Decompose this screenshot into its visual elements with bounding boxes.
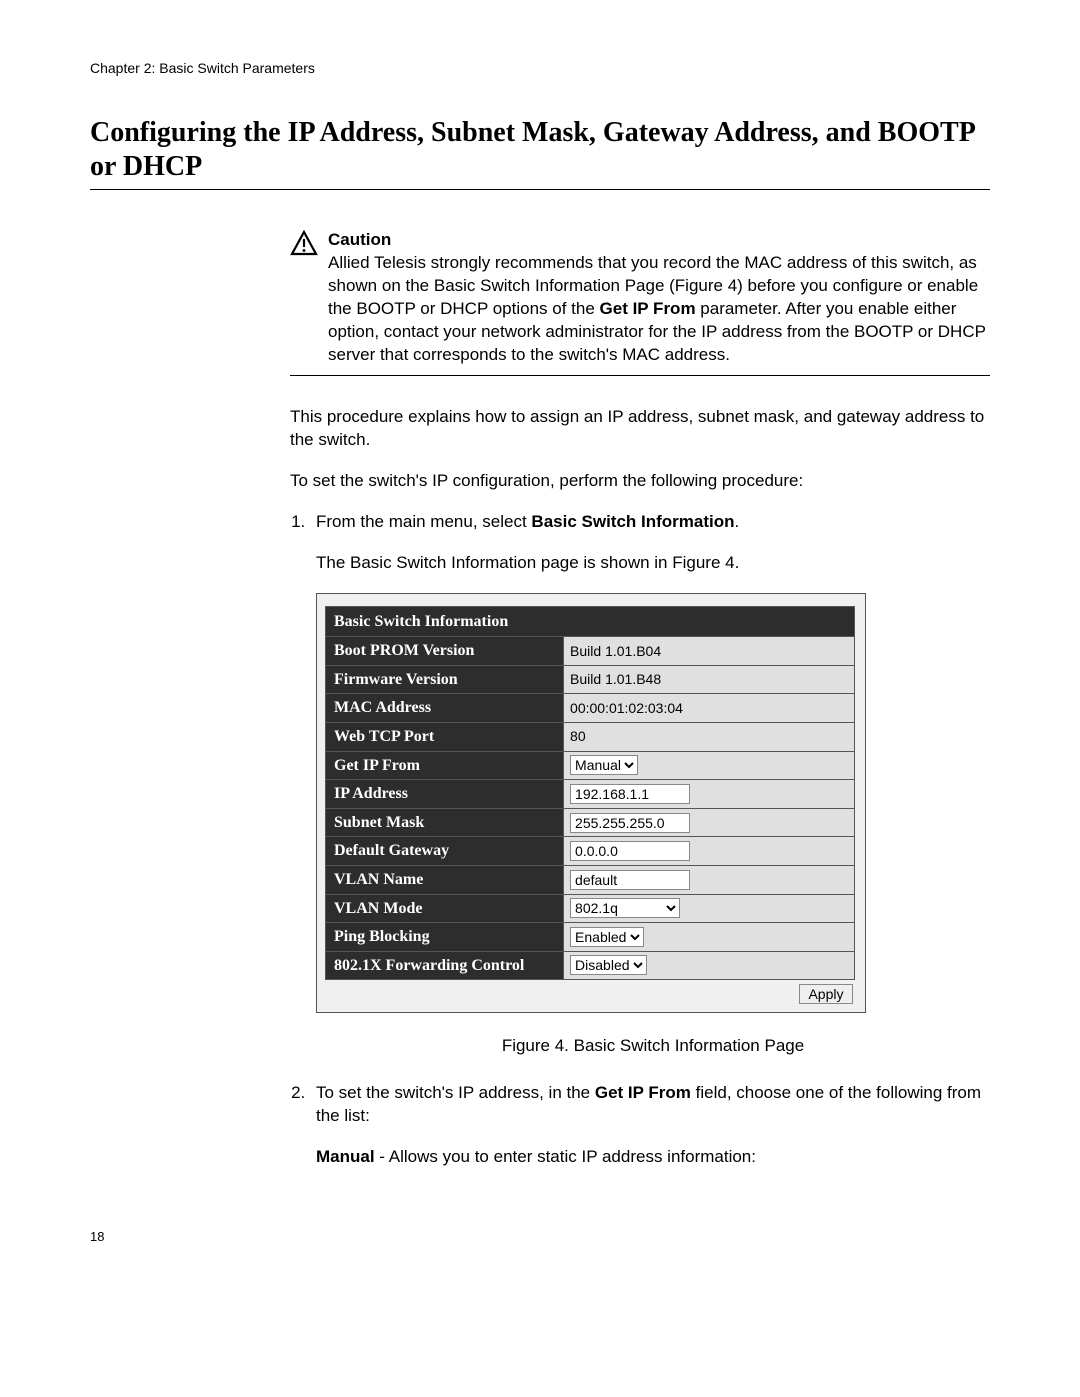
figure-4: Basic Switch Information Boot PROM Versi… [316,593,990,1059]
switch-info-panel: Basic Switch Information Boot PROM Versi… [316,593,866,1013]
web-tcp-label: Web TCP Port [326,722,564,751]
get-ip-label: Get IP From [326,751,564,780]
page-number: 18 [90,1229,990,1244]
manual-option: Manual - Allows you to enter static IP a… [316,1146,990,1169]
vlan-name-input[interactable] [570,870,690,890]
apply-button[interactable]: Apply [799,984,852,1004]
procedure-list: From the main menu, select Basic Switch … [290,511,990,1170]
caution-title: Caution [328,230,990,250]
gateway-label: Default Gateway [326,837,564,866]
firmware-value: Build 1.01.B48 [564,665,855,694]
table-row: Get IP From Manual [326,751,855,780]
chapter-header: Chapter 2: Basic Switch Parameters [90,60,990,76]
warning-triangle-icon [290,230,318,261]
figure-caption: Figure 4. Basic Switch Information Page [316,1035,990,1058]
switch-info-table: Basic Switch Information Boot PROM Versi… [325,606,855,1006]
caution-box: Caution Allied Telesis strongly recommen… [290,230,990,367]
table-row: VLAN Name [326,865,855,894]
firmware-label: Firmware Version [326,665,564,694]
section-rule [90,189,990,190]
table-row: VLAN Mode 802.1q [326,894,855,923]
ip-input[interactable] [570,784,690,804]
table-row: Subnet Mask [326,808,855,837]
main-content: Caution Allied Telesis strongly recommen… [290,230,990,1169]
vlan-mode-select[interactable]: 802.1q [570,898,680,918]
step-1-subtext: The Basic Switch Information page is sho… [316,552,990,575]
table-title: Basic Switch Information [326,606,855,637]
table-row: MAC Address 00:00:01:02:03:04 [326,694,855,723]
ping-label: Ping Blocking [326,923,564,952]
table-row: Web TCP Port 80 [326,722,855,751]
ping-select[interactable]: Enabled [570,927,644,947]
mac-value: 00:00:01:02:03:04 [564,694,855,723]
table-row: Ping Blocking Enabled [326,923,855,952]
web-tcp-value: 80 [564,722,855,751]
boot-prom-value: Build 1.01.B04 [564,637,855,666]
vlan-mode-label: VLAN Mode [326,894,564,923]
vlan-name-label: VLAN Name [326,865,564,894]
mac-label: MAC Address [326,694,564,723]
dot1x-label: 802.1X Forwarding Control [326,951,564,980]
dot1x-select[interactable]: Disabled [570,955,647,975]
table-row: Default Gateway [326,837,855,866]
step-1: From the main menu, select Basic Switch … [310,511,990,1059]
gateway-input[interactable] [570,841,690,861]
caution-text: Allied Telesis strongly recommends that … [328,252,990,367]
boot-prom-label: Boot PROM Version [326,637,564,666]
table-row: IP Address [326,780,855,809]
table-row: 802.1X Forwarding Control Disabled [326,951,855,980]
table-row: Firmware Version Build 1.01.B48 [326,665,855,694]
intro-paragraph-2: To set the switch's IP configuration, pe… [290,470,990,493]
table-row: Boot PROM Version Build 1.01.B04 [326,637,855,666]
get-ip-select[interactable]: Manual [570,755,638,775]
subnet-input[interactable] [570,813,690,833]
ip-label: IP Address [326,780,564,809]
section-title: Configuring the IP Address, Subnet Mask,… [90,116,990,183]
intro-paragraph-1: This procedure explains how to assign an… [290,406,990,452]
subnet-label: Subnet Mask [326,808,564,837]
caution-rule [290,375,990,376]
apply-row: Apply [326,980,855,1006]
step-2: To set the switch's IP address, in the G… [310,1082,990,1169]
